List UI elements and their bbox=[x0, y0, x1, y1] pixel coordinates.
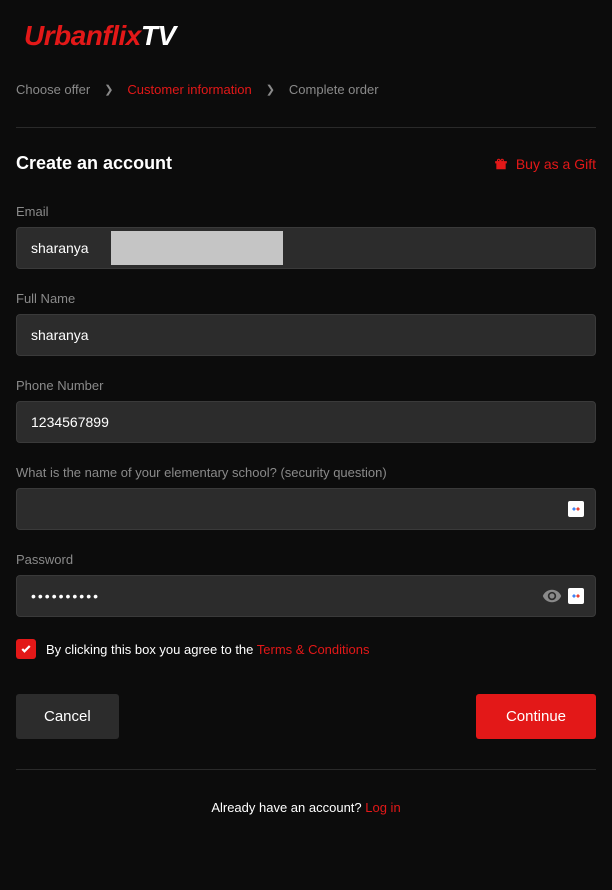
breadcrumb-step-customer-info: Customer information bbox=[127, 82, 251, 97]
email-label: Email bbox=[16, 204, 596, 219]
fullname-label: Full Name bbox=[16, 291, 596, 306]
security-question-label: What is the name of your elementary scho… bbox=[16, 465, 596, 480]
buy-as-gift-link[interactable]: Buy as a Gift bbox=[494, 156, 596, 172]
terms-label: By clicking this box you agree to the Te… bbox=[46, 642, 370, 657]
footer-text: Already have an account? bbox=[211, 800, 365, 815]
logo-suffix: TV bbox=[141, 20, 176, 51]
page-title: Create an account bbox=[16, 153, 172, 174]
password-field[interactable] bbox=[16, 575, 596, 617]
chevron-right-icon: ❯ bbox=[104, 83, 113, 96]
phone-label: Phone Number bbox=[16, 378, 596, 393]
divider bbox=[16, 127, 596, 128]
breadcrumb-step-complete-order: Complete order bbox=[289, 82, 379, 97]
login-link[interactable]: Log in bbox=[365, 800, 400, 815]
gift-icon bbox=[494, 157, 508, 171]
show-password-icon[interactable] bbox=[542, 586, 562, 606]
chevron-right-icon: ❯ bbox=[266, 83, 275, 96]
password-manager-icon[interactable] bbox=[568, 501, 584, 517]
email-field[interactable] bbox=[16, 227, 596, 269]
logo: UrbanflixTV bbox=[24, 20, 596, 52]
security-question-field[interactable] bbox=[16, 488, 596, 530]
password-label: Password bbox=[16, 552, 596, 567]
phone-field[interactable] bbox=[16, 401, 596, 443]
terms-conditions-link[interactable]: Terms & Conditions bbox=[257, 642, 370, 657]
checkmark-icon bbox=[20, 643, 32, 655]
terms-text: By clicking this box you agree to the bbox=[46, 642, 257, 657]
buy-as-gift-label: Buy as a Gift bbox=[516, 156, 596, 172]
continue-button[interactable]: Continue bbox=[476, 694, 596, 739]
breadcrumb-step-choose-offer[interactable]: Choose offer bbox=[16, 82, 90, 97]
cancel-button[interactable]: Cancel bbox=[16, 694, 119, 739]
breadcrumb: Choose offer ❯ Customer information ❯ Co… bbox=[16, 82, 596, 97]
terms-checkbox[interactable] bbox=[16, 639, 36, 659]
fullname-field[interactable] bbox=[16, 314, 596, 356]
password-manager-icon[interactable] bbox=[568, 588, 584, 604]
logo-brand: Urbanflix bbox=[24, 20, 141, 51]
divider bbox=[16, 769, 596, 770]
